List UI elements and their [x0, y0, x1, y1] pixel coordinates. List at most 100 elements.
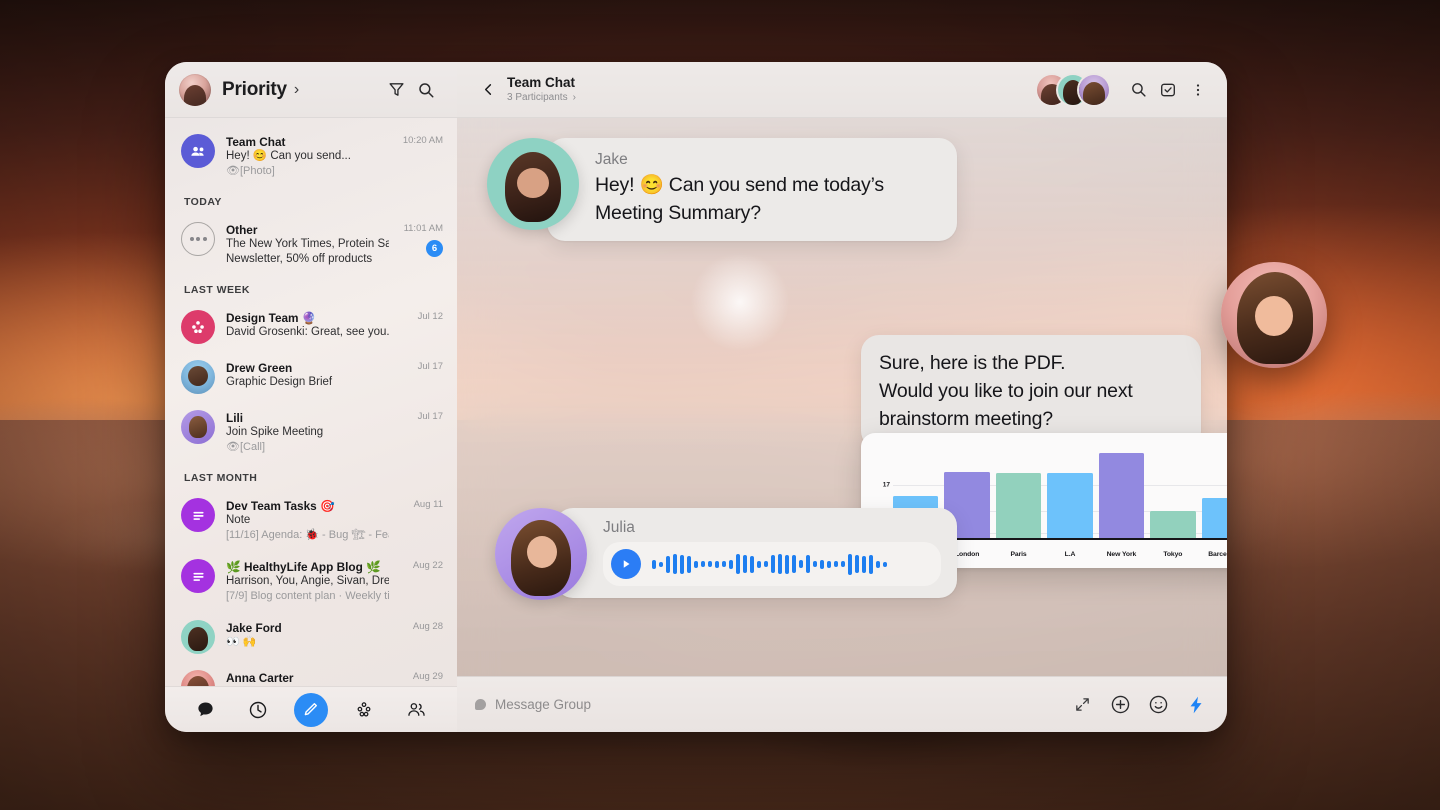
list-item-time: 10:20 AM [402, 135, 443, 146]
message-input[interactable]: Message Group [495, 697, 1059, 712]
message-incoming[interactable]: Jake Hey! 😊 Can you send me today’s Meet… [487, 138, 957, 241]
waveform-bar [750, 555, 754, 573]
chart-x-tick: Barcelona [1208, 551, 1227, 558]
waveform-bar [785, 554, 789, 574]
list-item[interactable]: 🌿 HealthyLife App Blog 🌿 Harrison, You, … [165, 551, 457, 612]
sidebar-tabbar [165, 686, 457, 732]
avatar [181, 410, 215, 444]
avatar[interactable] [179, 73, 211, 106]
filter-icon[interactable] [381, 75, 411, 105]
back-chevron-icon[interactable] [475, 77, 501, 103]
list-item-title: Other [226, 223, 258, 237]
list-item[interactable]: Lili Join Spike Meeting 👁[Call] Jul 17 [165, 402, 457, 463]
avatar [181, 670, 215, 686]
search-icon[interactable] [411, 75, 441, 105]
page-title: Priority [222, 78, 287, 100]
waveform-bar [848, 553, 852, 575]
chart-x-tick: Paris [1010, 551, 1027, 558]
conversation-header: Team Chat 3 Participants › [457, 62, 1227, 118]
waveform-bar [869, 554, 873, 574]
play-icon[interactable] [611, 549, 641, 579]
tab-contacts[interactable] [400, 693, 434, 727]
voice-waveform[interactable] [652, 553, 887, 575]
avatar-note-icon [181, 559, 215, 593]
waveform-bar [806, 555, 810, 573]
avatar-group-icon [181, 134, 215, 168]
participants-label[interactable]: 3 Participants › [507, 91, 576, 104]
list-item-title: 🌿 HealthyLife App Blog 🌿 [226, 560, 381, 574]
list-item[interactable]: Jake Ford 👀 🙌 Aug 28 [165, 612, 457, 662]
list-item[interactable]: Drew Green Graphic Design Brief Jul 17 [165, 352, 457, 402]
list-item[interactable]: Team Chat Hey! 😊 Can you send... 👁[Photo… [165, 118, 457, 187]
waveform-bar [778, 554, 782, 574]
list-item[interactable]: Anna Carter Invitation: Review Design Br… [165, 662, 457, 686]
conversation-list[interactable]: Team Chat Hey! 😊 Can you send... 👁[Photo… [165, 118, 457, 686]
waveform-bar [792, 555, 796, 573]
message-text-line-1: Sure, here is the PDF. [879, 352, 1066, 374]
avatar-design-team-icon [181, 310, 215, 344]
chart-bar-wrap [1201, 447, 1227, 538]
chevron-right-icon: › [572, 92, 576, 103]
list-item-preview: Note [226, 514, 251, 526]
search-icon[interactable] [1123, 75, 1153, 105]
message-composer[interactable]: Message Group [457, 676, 1227, 732]
smiley-icon[interactable] [1143, 690, 1173, 720]
chart-bar-wrap [995, 447, 1042, 538]
inbox-check-icon[interactable] [1153, 75, 1183, 105]
lightning-bolt-icon[interactable] [1181, 690, 1211, 720]
avatar[interactable] [1079, 74, 1109, 105]
desktop-wallpaper: Priority › Team Chat Hey! 😊 Can you send… [0, 0, 1440, 810]
message-incoming-voice[interactable]: Julia [495, 508, 957, 600]
voice-message-player[interactable] [603, 542, 941, 586]
waveform-bar [834, 561, 838, 567]
avatar[interactable] [487, 138, 579, 230]
list-item-title: Design Team 🔮 [226, 311, 317, 325]
message-sender: Julia [603, 519, 635, 536]
messaging-app-window: Priority › Team Chat Hey! 😊 Can you send… [165, 62, 1227, 732]
expand-icon[interactable] [1067, 690, 1097, 720]
chart-bar-wrap [1047, 447, 1093, 538]
more-vertical-icon[interactable] [1183, 75, 1213, 105]
section-header-today: TODAY [184, 196, 222, 208]
sidebar: Priority › Team Chat Hey! 😊 Can you send… [165, 62, 457, 732]
list-item-title: Dev Team Tasks 🎯 [226, 499, 335, 513]
floating-contact-avatar[interactable] [1221, 262, 1327, 368]
chart-x-tick: L.A [1064, 551, 1076, 558]
waveform-bar [652, 559, 656, 569]
waveform-bar [771, 555, 775, 573]
list-item-preview: Harrison, You, Angie, Sivan, Drew... [226, 575, 389, 587]
waveform-bar [722, 561, 726, 567]
tab-chats[interactable] [188, 693, 222, 727]
avatar[interactable] [495, 508, 587, 600]
message-text-line-1: Hey! 😊 Can you send me today’s [595, 174, 884, 196]
list-item[interactable]: Other The New York Times, Protein Sale, … [165, 214, 457, 275]
waveform-bar [862, 555, 866, 573]
chevron-right-icon[interactable]: › [294, 81, 299, 99]
waveform-bar [701, 561, 705, 567]
chart-bar [995, 472, 1042, 538]
chart-x-tick: Tokyo [1163, 551, 1183, 558]
list-item-time: 11:01 AM [403, 223, 443, 234]
list-item-title: Jake Ford [226, 621, 282, 635]
message-bubble[interactable]: Julia [555, 508, 957, 598]
tab-recent[interactable] [241, 693, 275, 727]
message-list[interactable]: Jake Hey! 😊 Can you send me today’s Meet… [457, 118, 1227, 676]
message-outgoing[interactable]: Sure, here is the PDF. Would you like to… [861, 335, 1227, 568]
participant-avatars[interactable] [1037, 74, 1109, 105]
list-item-title: Lili [226, 411, 244, 425]
section-header-last-month: LAST MONTH [184, 472, 258, 484]
plus-circle-icon[interactable] [1105, 690, 1135, 720]
message-bubble[interactable]: Jake Hey! 😊 Can you send me today’s Meet… [547, 138, 957, 241]
waveform-bar [757, 560, 761, 568]
message-bubble[interactable]: Sure, here is the PDF. Would you like to… [861, 335, 1201, 449]
list-item-time: Jul 17 [417, 361, 443, 372]
tab-compose[interactable] [293, 692, 328, 727]
list-item-preview: David Grosenki: Great, see you... [226, 326, 389, 338]
list-item[interactable]: Dev Team Tasks 🎯 Note [11/16] Agenda: 🐞 … [165, 490, 457, 551]
conversation-title: Team Chat [507, 75, 576, 90]
list-item[interactable]: Design Team 🔮 David Grosenki: Great, see… [165, 302, 457, 352]
waveform-bar [729, 559, 733, 569]
message-text-line-2: Meeting Summary? [595, 202, 761, 224]
tab-groups[interactable] [347, 693, 381, 727]
waveform-bar [659, 561, 663, 567]
